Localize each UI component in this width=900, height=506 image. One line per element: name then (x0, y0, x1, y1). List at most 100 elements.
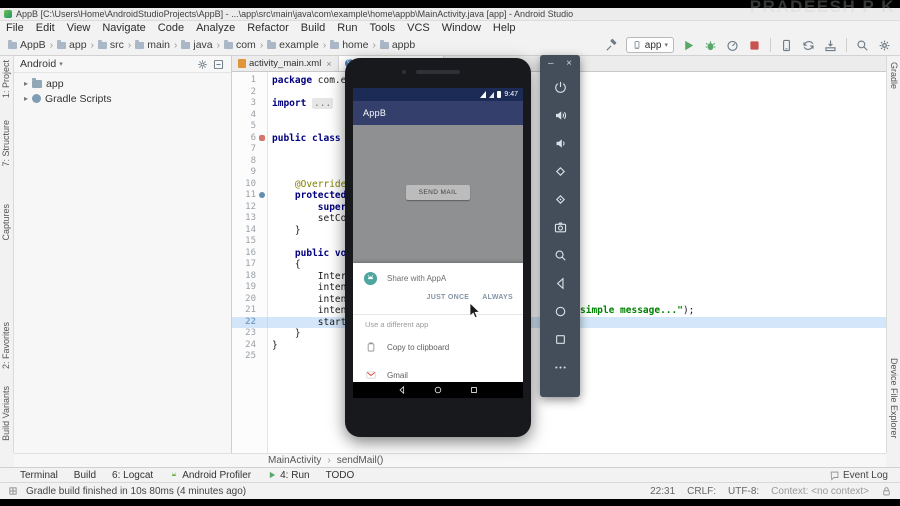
tool-tab-captures[interactable]: Captures (1, 204, 11, 241)
menu-item-navigate[interactable]: Navigate (96, 21, 151, 35)
line-number[interactable]: 12 (245, 202, 256, 214)
close-icon[interactable]: × (326, 59, 331, 69)
emu-rotate-right-button[interactable] (553, 192, 568, 207)
emu-more-button[interactable] (553, 360, 568, 375)
line-number[interactable]: 21 (245, 305, 256, 317)
line-ending[interactable]: CRLF: (687, 486, 716, 497)
menu-item-tools[interactable]: Tools (363, 21, 401, 35)
menu-item-edit[interactable]: Edit (30, 21, 61, 35)
breadcrumb-method[interactable]: sendMail() (337, 455, 384, 466)
run-config-selector[interactable]: app ▾ (625, 37, 674, 53)
editor-tab-activity-main-xml[interactable]: activity_main.xml × (232, 56, 339, 71)
breadcrumb-home[interactable]: home (330, 39, 368, 51)
breadcrumb-main[interactable]: main (135, 39, 170, 51)
tool-tab-device-file-explorer[interactable]: Device File Explorer (889, 358, 899, 439)
tool-tab-1-project[interactable]: 1: Project (1, 60, 11, 98)
line-number[interactable]: 11 (245, 190, 256, 202)
emu-volume-up-button[interactable] (553, 108, 568, 123)
line-number[interactable]: 24 (245, 340, 256, 352)
run-icon[interactable] (681, 38, 696, 53)
line-number[interactable]: 25 (245, 351, 256, 363)
tool-tab-build[interactable]: Build (74, 470, 96, 481)
just-once-button[interactable]: JUST ONCE (427, 294, 470, 301)
tool-tab-4-run[interactable]: 4: Run (267, 470, 310, 481)
menu-item-file[interactable]: File (0, 21, 30, 35)
stop-icon[interactable] (747, 38, 762, 53)
nav-back-button[interactable] (397, 385, 407, 395)
encoding[interactable]: UTF-8: (728, 486, 759, 497)
share-target-row[interactable]: Share with AppA (363, 271, 446, 286)
line-number[interactable]: 10 (245, 179, 256, 191)
menu-item-build[interactable]: Build (295, 21, 331, 35)
line-number[interactable]: 3 (251, 98, 256, 110)
minimize-button[interactable]: – (548, 58, 554, 69)
breadcrumb-example[interactable]: example (267, 39, 319, 51)
tool-tab-android-profiler[interactable]: Android Profiler (169, 470, 251, 481)
debug-icon[interactable] (703, 38, 718, 53)
line-number[interactable]: 16 (245, 248, 256, 260)
emu-home-button[interactable] (553, 304, 568, 319)
breadcrumb-com[interactable]: com (223, 39, 256, 51)
line-number[interactable]: 18 (245, 271, 256, 283)
tool-tab-2-favorites[interactable]: 2: Favorites (1, 322, 11, 369)
line-number[interactable]: 5 (251, 121, 256, 133)
line-number[interactable]: 23 (245, 328, 256, 340)
nav-home-button[interactable] (433, 385, 443, 395)
share-item-copy-to-clipboard[interactable]: Copy to clipboard (365, 339, 449, 355)
editor-gutter[interactable]: 1234567891011121314151617181920212223242… (232, 72, 268, 453)
line-number[interactable]: 8 (251, 156, 256, 168)
emu-screenshot-button[interactable] (553, 220, 568, 235)
menu-item-run[interactable]: Run (331, 21, 363, 35)
line-number[interactable]: 9 (251, 167, 256, 179)
sdk-icon[interactable] (823, 38, 838, 53)
line-number[interactable]: 7 (251, 144, 256, 156)
emu-rotate-left-button[interactable] (553, 164, 568, 179)
menu-item-window[interactable]: Window (436, 21, 487, 35)
emu-zoom-button[interactable] (553, 248, 568, 263)
project-item-gradle-scripts[interactable]: ▸ Gradle Scripts (14, 91, 231, 106)
event-log-button[interactable]: Event Log (829, 470, 888, 481)
tool-tab-7-structure[interactable]: 7: Structure (1, 120, 11, 167)
phone-screen[interactable]: 9:47 AppB SEND MAIL Share with AppA JUST… (353, 88, 523, 398)
project-view-selector[interactable]: Android (20, 58, 56, 70)
sync-icon[interactable] (801, 38, 816, 53)
menu-item-vcs[interactable]: VCS (401, 21, 436, 35)
menu-item-help[interactable]: Help (487, 21, 522, 35)
share-item-gmail[interactable]: Gmail (365, 367, 408, 382)
nav-overview-button[interactable] (469, 385, 479, 395)
emu-power-button[interactable] (553, 80, 568, 95)
menu-item-code[interactable]: Code (152, 21, 190, 35)
always-button[interactable]: ALWAYS (482, 294, 513, 301)
project-item-app[interactable]: ▸ app (14, 76, 231, 91)
breadcrumb-java[interactable]: java (181, 39, 213, 51)
breadcrumb-app[interactable]: app (57, 39, 87, 51)
send-mail-button[interactable]: SEND MAIL (406, 185, 470, 200)
emu-overview-button[interactable] (553, 332, 568, 347)
profiler-icon[interactable] (725, 38, 740, 53)
line-number[interactable]: 6 (251, 133, 256, 145)
line-number[interactable]: 19 (245, 282, 256, 294)
breadcrumb-appb[interactable]: appb (379, 39, 415, 51)
emu-back-button[interactable] (553, 276, 568, 291)
collapse-all-icon[interactable] (212, 58, 225, 71)
breadcrumb-appb[interactable]: AppB (8, 39, 46, 51)
menu-item-view[interactable]: View (61, 21, 97, 35)
tool-tab-gradle[interactable]: Gradle (889, 62, 899, 89)
tool-tab-6-logcat[interactable]: 6: Logcat (112, 470, 153, 481)
line-number[interactable]: 13 (245, 213, 256, 225)
line-number[interactable]: 2 (251, 87, 256, 99)
tool-tab-build-variants[interactable]: Build Variants (1, 386, 11, 441)
line-number[interactable]: 14 (245, 225, 256, 237)
avd-icon[interactable] (779, 38, 794, 53)
search-icon[interactable] (855, 38, 870, 53)
lock-icon[interactable] (881, 486, 892, 497)
line-number[interactable]: 4 (251, 110, 256, 122)
settings-icon[interactable] (877, 38, 892, 53)
tool-window-switcher-icon[interactable] (8, 486, 18, 496)
line-number[interactable]: 20 (245, 294, 256, 306)
settings-icon[interactable] (196, 58, 209, 71)
tool-tab-todo[interactable]: TODO (326, 470, 355, 481)
line-number[interactable]: 15 (245, 236, 256, 248)
close-button[interactable]: × (566, 58, 572, 69)
line-number[interactable]: 17 (245, 259, 256, 271)
